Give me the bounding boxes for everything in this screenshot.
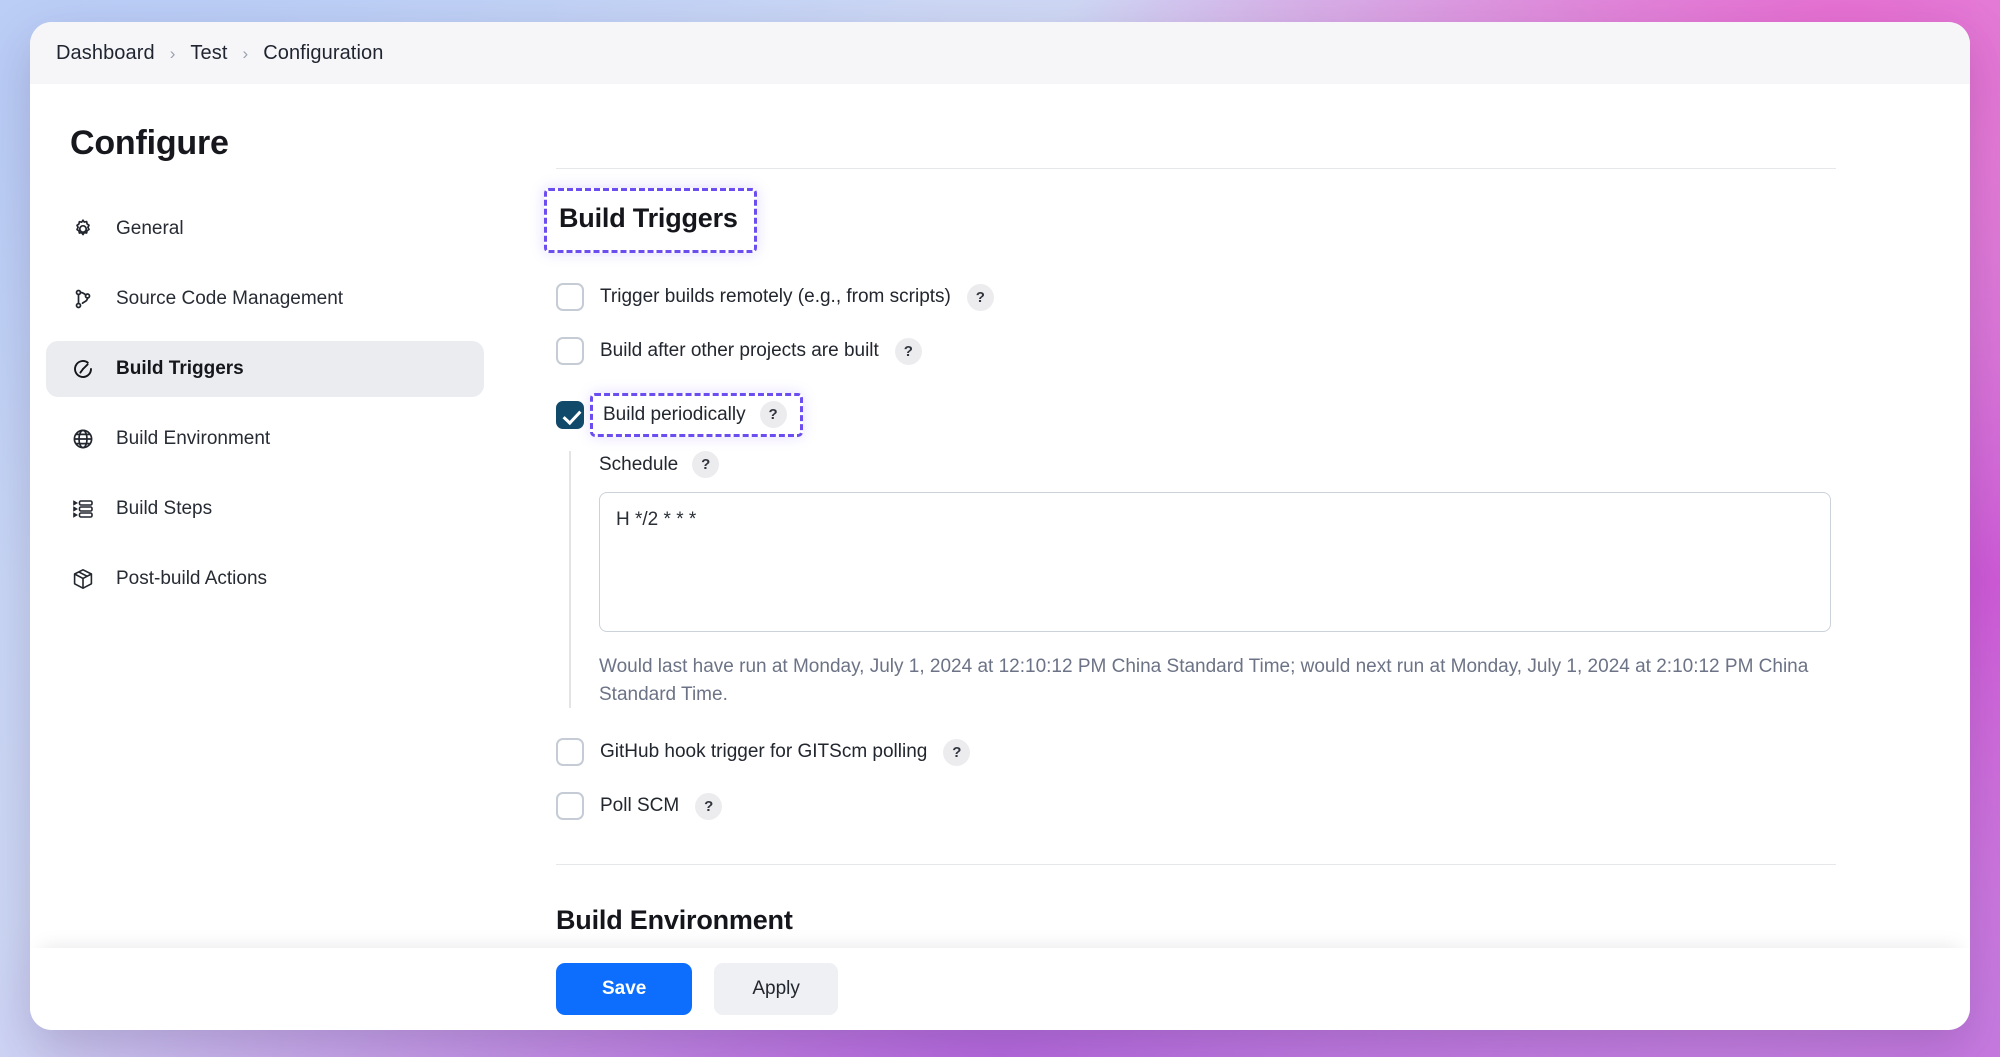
build-periodically-highlight: Build periodically ? bbox=[590, 393, 803, 437]
globe-icon bbox=[70, 426, 96, 452]
trigger-option-label: Build after other projects are built bbox=[600, 340, 879, 361]
sidebar-item-label: Build Steps bbox=[116, 498, 213, 519]
configuration-window: Dashboard › Test › Configuration Configu… bbox=[30, 22, 1970, 1030]
sidebar-item-build-steps[interactable]: Build Steps bbox=[46, 481, 484, 537]
list-steps-icon bbox=[70, 496, 96, 522]
schedule-label: Schedule bbox=[599, 453, 679, 475]
sidebar-item-label: Source Code Management bbox=[116, 288, 344, 309]
github-hook-trigger-checkbox[interactable] bbox=[556, 738, 584, 767]
trigger-option-label: Poll SCM bbox=[600, 795, 680, 817]
breadcrumb-item-configuration[interactable]: Configuration bbox=[263, 42, 383, 65]
trigger-option-row[interactable]: Build after other projects are built ? bbox=[556, 337, 1846, 365]
build-triggers-heading-highlight: Build Triggers bbox=[544, 188, 757, 253]
action-bar: Save Apply bbox=[30, 948, 1970, 1030]
sidebar-item-label: General bbox=[116, 218, 184, 239]
sidebar-item-post-build-actions[interactable]: Post-build Actions bbox=[46, 551, 484, 607]
schedule-input[interactable] bbox=[599, 492, 1831, 632]
trigger-builds-remotely-checkbox[interactable] bbox=[556, 283, 584, 311]
build-environment-heading: Build Environment bbox=[556, 905, 793, 936]
breadcrumb-item-test[interactable]: Test bbox=[190, 42, 227, 65]
divider bbox=[556, 864, 1836, 866]
trigger-option-row[interactable]: Build periodically ? bbox=[556, 393, 1846, 437]
sidebar-item-label: Build Environment bbox=[116, 428, 271, 449]
poll-scm-checkbox[interactable] bbox=[556, 792, 584, 821]
help-icon[interactable]: ? bbox=[966, 283, 994, 311]
sidebar-item-build-environment[interactable]: Build Environment bbox=[46, 411, 484, 467]
breadcrumb-item-dashboard[interactable]: Dashboard bbox=[56, 42, 155, 65]
sidebar-item-label: Build Triggers bbox=[116, 358, 244, 379]
page-title: Configure bbox=[70, 124, 229, 162]
gear-icon bbox=[70, 216, 96, 242]
sidebar-nav: General Source Code Management Build Tri… bbox=[30, 201, 500, 607]
sidebar-item-source-code-management[interactable]: Source Code Management bbox=[46, 271, 484, 327]
help-icon[interactable]: ? bbox=[894, 337, 922, 365]
help-icon[interactable]: ? bbox=[759, 401, 787, 428]
sidebar-item-label: Post-build Actions bbox=[116, 568, 268, 589]
chevron-right-icon: › bbox=[242, 44, 249, 63]
sidebar-item-build-triggers[interactable]: Build Triggers bbox=[46, 341, 484, 397]
save-button[interactable]: Save bbox=[556, 963, 693, 1015]
breadcrumb: Dashboard › Test › Configuration bbox=[30, 22, 1970, 84]
page-body: Configure General Source Code Management… bbox=[30, 84, 1970, 948]
package-icon bbox=[70, 566, 96, 592]
branch-icon bbox=[70, 286, 96, 312]
trigger-option-row[interactable]: Trigger builds remotely (e.g., from scri… bbox=[556, 283, 1846, 311]
build-periodically-checkbox[interactable] bbox=[556, 401, 584, 429]
clock-icon bbox=[70, 356, 96, 382]
chevron-right-icon: › bbox=[169, 44, 176, 63]
trigger-option-row[interactable]: Poll SCM ? bbox=[556, 792, 1846, 821]
schedule-block: Schedule ? Would last have run at Monday… bbox=[569, 451, 1846, 709]
schedule-label-row: Schedule ? bbox=[599, 451, 1846, 478]
schedule-hint-text: Would last have run at Monday, July 1, 2… bbox=[599, 656, 1809, 705]
apply-button[interactable]: Apply bbox=[714, 963, 838, 1015]
help-icon[interactable]: ? bbox=[943, 738, 971, 766]
help-icon[interactable]: ? bbox=[692, 451, 720, 478]
trigger-option-label: Build periodically bbox=[603, 403, 746, 425]
trigger-option-row[interactable]: GitHub hook trigger for GITScm polling ? bbox=[556, 738, 1846, 767]
sidebar-item-general[interactable]: General bbox=[46, 201, 484, 257]
trigger-option-label: Trigger builds remotely (e.g., from scri… bbox=[600, 286, 951, 307]
help-icon[interactable]: ? bbox=[695, 792, 723, 820]
divider bbox=[556, 168, 1836, 169]
build-triggers-heading: Build Triggers bbox=[559, 203, 738, 233]
build-after-other-projects-checkbox[interactable] bbox=[556, 337, 584, 365]
trigger-option-label: GitHub hook trigger for GITScm polling bbox=[600, 741, 928, 763]
sidebar: Configure General Source Code Management… bbox=[30, 84, 500, 948]
main-content: Build Triggers Trigger builds remotely (… bbox=[500, 84, 1970, 948]
